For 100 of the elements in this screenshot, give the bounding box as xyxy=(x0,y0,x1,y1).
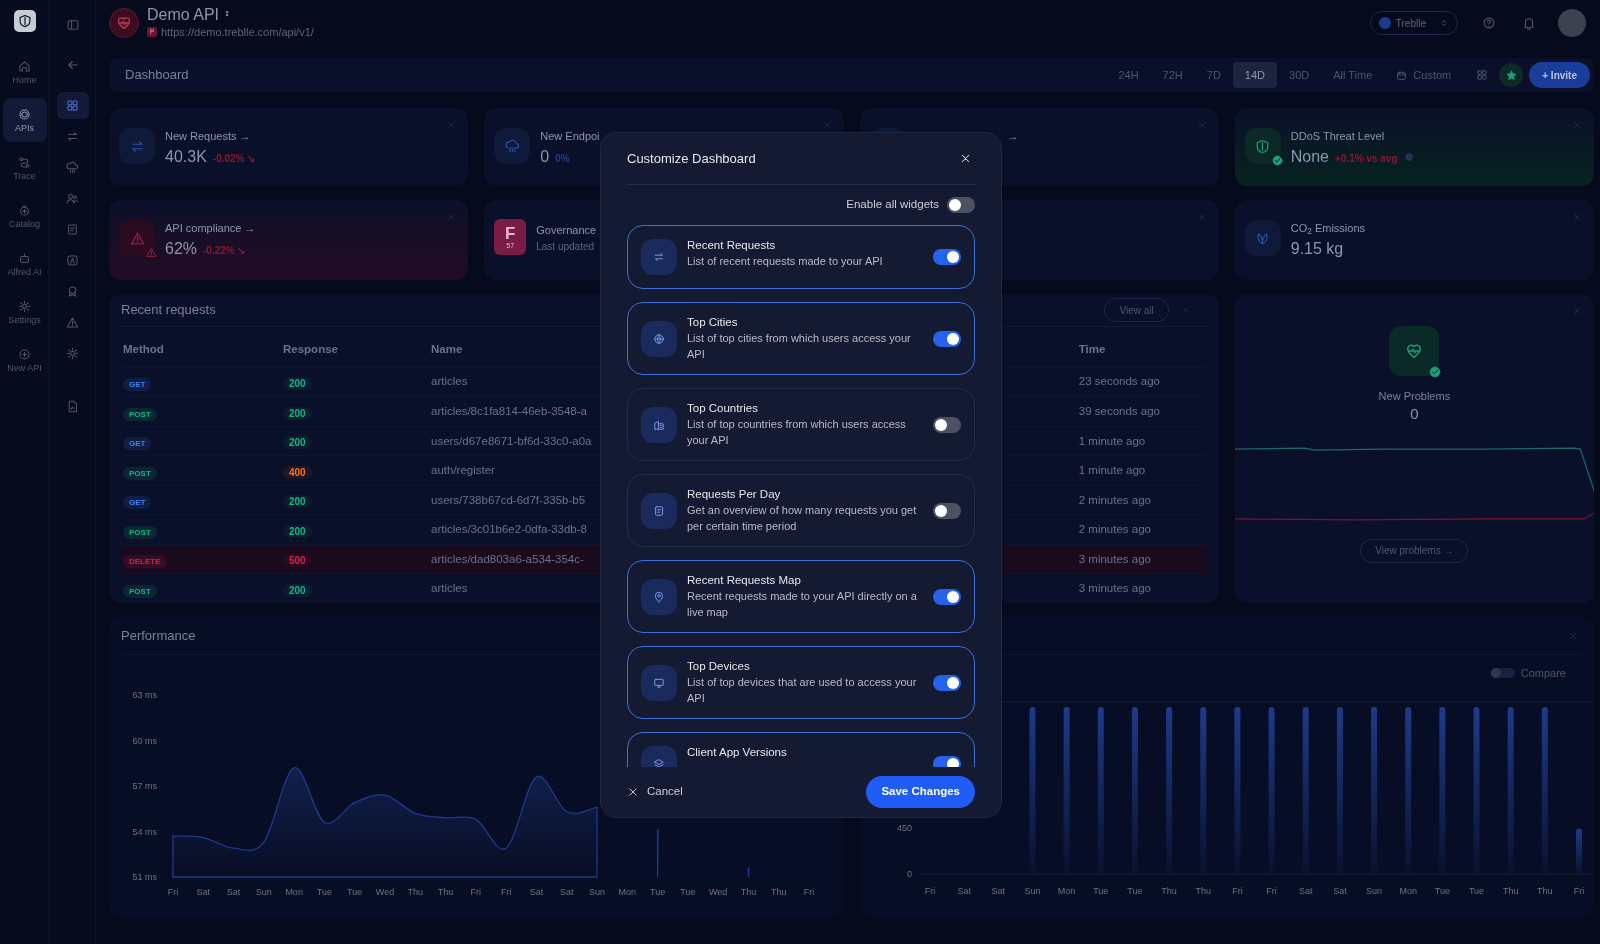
card-title: New Requests → xyxy=(165,129,252,144)
widget-description: List of top cities from which users access your API xyxy=(687,331,912,362)
card-value: 0 xyxy=(540,146,550,167)
column-header: Response xyxy=(282,341,339,357)
save-button[interactable]: Save Changes xyxy=(866,776,975,808)
widget-title: Client App Versions xyxy=(687,745,788,760)
page-title: Dashboard xyxy=(125,66,190,85)
close-icon xyxy=(1572,306,1582,316)
table-cell-text: auth/register xyxy=(430,463,496,479)
widget-title: Recent Requests Map xyxy=(687,573,802,588)
card-title: Governance xyxy=(536,223,597,238)
subnav-item[interactable] xyxy=(56,92,89,119)
help-icon[interactable] xyxy=(1482,16,1496,30)
widget-option[interactable]: Top Cities List of top cities from which users access your API xyxy=(627,302,975,375)
rail-item[interactable]: Trace xyxy=(2,146,47,190)
axis-label: Tue xyxy=(347,887,363,897)
widget-option[interactable]: Top Devices List of top devices that are used to access your API xyxy=(627,646,975,719)
rail-item[interactable]: Alfred AI xyxy=(2,242,47,286)
close-icon xyxy=(627,786,639,798)
toggle-switch[interactable] xyxy=(933,502,961,519)
api-name: Demo API xyxy=(147,5,220,24)
axis-label: Mon xyxy=(1057,885,1075,896)
axis-label: Fri xyxy=(1231,885,1243,896)
user-avatar[interactable] xyxy=(1558,9,1586,37)
method-badge: POST xyxy=(123,584,157,598)
status-badge: 200 xyxy=(283,524,312,538)
rail-item[interactable]: New API xyxy=(2,338,47,382)
cancel-button[interactable]: Cancel xyxy=(627,783,683,801)
range-tab[interactable]: 7D xyxy=(1194,62,1233,88)
axis-label: Thu xyxy=(407,887,424,897)
table-cell-text: 1 minute ago xyxy=(1077,463,1147,479)
arrows-icon xyxy=(66,130,79,143)
toggle-switch[interactable] xyxy=(933,588,961,605)
grid-icon xyxy=(1476,69,1489,81)
rail-item[interactable]: Home xyxy=(2,50,47,94)
rail-item[interactable]: Settings xyxy=(2,290,47,334)
toggle-switch[interactable] xyxy=(933,674,961,691)
widget-option[interactable]: Top Countries List of top countries from which users access your API xyxy=(627,388,975,461)
axis-label: Sat xyxy=(529,887,544,897)
axis-label: Wed xyxy=(375,887,395,897)
axis-label: Sat xyxy=(956,885,971,896)
axis-label: 0 xyxy=(906,868,912,879)
status-badge: 500 xyxy=(283,554,312,568)
axis-label: Sat xyxy=(559,887,574,897)
method-badge: GET xyxy=(123,437,152,451)
toggle-switch[interactable] xyxy=(933,330,961,347)
axis-label: Fri xyxy=(1573,885,1584,896)
org-logo-icon xyxy=(1378,17,1391,29)
table-cell-text: 23 seconds ago xyxy=(1077,374,1161,390)
notification-icon[interactable] xyxy=(1522,16,1536,30)
heart-icon xyxy=(1405,342,1424,360)
change-label: -0.22% ↘ xyxy=(203,243,246,258)
close-icon xyxy=(446,120,457,130)
toggle-switch[interactable] xyxy=(947,197,975,213)
widget-description: Recent requests made to your API directly on a live map xyxy=(687,589,918,620)
home-icon xyxy=(18,59,31,73)
axis-label: Fri xyxy=(1265,885,1277,896)
range-tab[interactable]: 72H xyxy=(1150,62,1195,88)
axis-label: 63 ms xyxy=(132,690,157,700)
dialog-title: Customize Dashboard xyxy=(627,149,757,168)
favorite-button[interactable] xyxy=(1499,63,1524,87)
card-title: Recent requests xyxy=(121,301,217,320)
rail-item[interactable]: Catalog xyxy=(2,194,47,238)
globe-icon xyxy=(653,332,665,345)
range-tab[interactable]: 24H xyxy=(1106,62,1151,88)
invite-button[interactable]: + Invite xyxy=(1529,62,1590,88)
rail-item[interactable]: APIs xyxy=(2,98,47,142)
toggle-switch[interactable] xyxy=(933,416,961,433)
axis-label: Thu xyxy=(740,887,757,897)
card-value: 0 xyxy=(1410,404,1419,423)
compare-toggle[interactable] xyxy=(1490,668,1515,679)
layers-icon xyxy=(653,758,665,767)
widget-option[interactable]: Requests Per Day Get an overview of how many requests you get per certain time period xyxy=(627,474,975,547)
axis-label: Sat xyxy=(196,887,211,897)
toggle-switch[interactable] xyxy=(933,249,961,265)
arrows-icon xyxy=(129,138,145,154)
widget-title: Recent Requests xyxy=(687,238,777,253)
widget-option[interactable]: Recent Requests Map Recent requests made to your API directly on a live map xyxy=(627,560,975,633)
axis-label: Sun xyxy=(589,887,605,897)
axis-label: Tue xyxy=(650,887,666,897)
range-tab[interactable]: 30D xyxy=(1277,62,1322,88)
close-icon xyxy=(1196,212,1207,222)
warning-icon xyxy=(66,316,79,329)
widget-title: Top Countries xyxy=(687,401,759,416)
axis-label: 60 ms xyxy=(132,735,157,746)
branch-icon xyxy=(18,155,31,169)
custom-range-button[interactable]: Custom xyxy=(1384,62,1464,88)
range-tab[interactable]: 14D xyxy=(1232,62,1278,88)
building-icon xyxy=(653,418,665,431)
table-cell-text: users/d67e8671-bf6d-33c0-a0a xyxy=(430,433,593,449)
card-title: New Endpoi xyxy=(540,129,600,144)
table-cell-text: 39 seconds ago xyxy=(1077,404,1161,419)
widget-option[interactable]: Recent Requests List of recent requests made to your API xyxy=(627,225,975,289)
card-subtitle: Last updated xyxy=(536,239,596,254)
change-label: -0.02% ↘ xyxy=(212,151,256,166)
axis-label: Sat xyxy=(1298,885,1312,896)
range-tab[interactable]: All Time xyxy=(1321,62,1385,88)
method-badge: GET xyxy=(123,496,152,510)
axis-label: Mon xyxy=(285,887,303,897)
close-icon xyxy=(1572,212,1582,222)
